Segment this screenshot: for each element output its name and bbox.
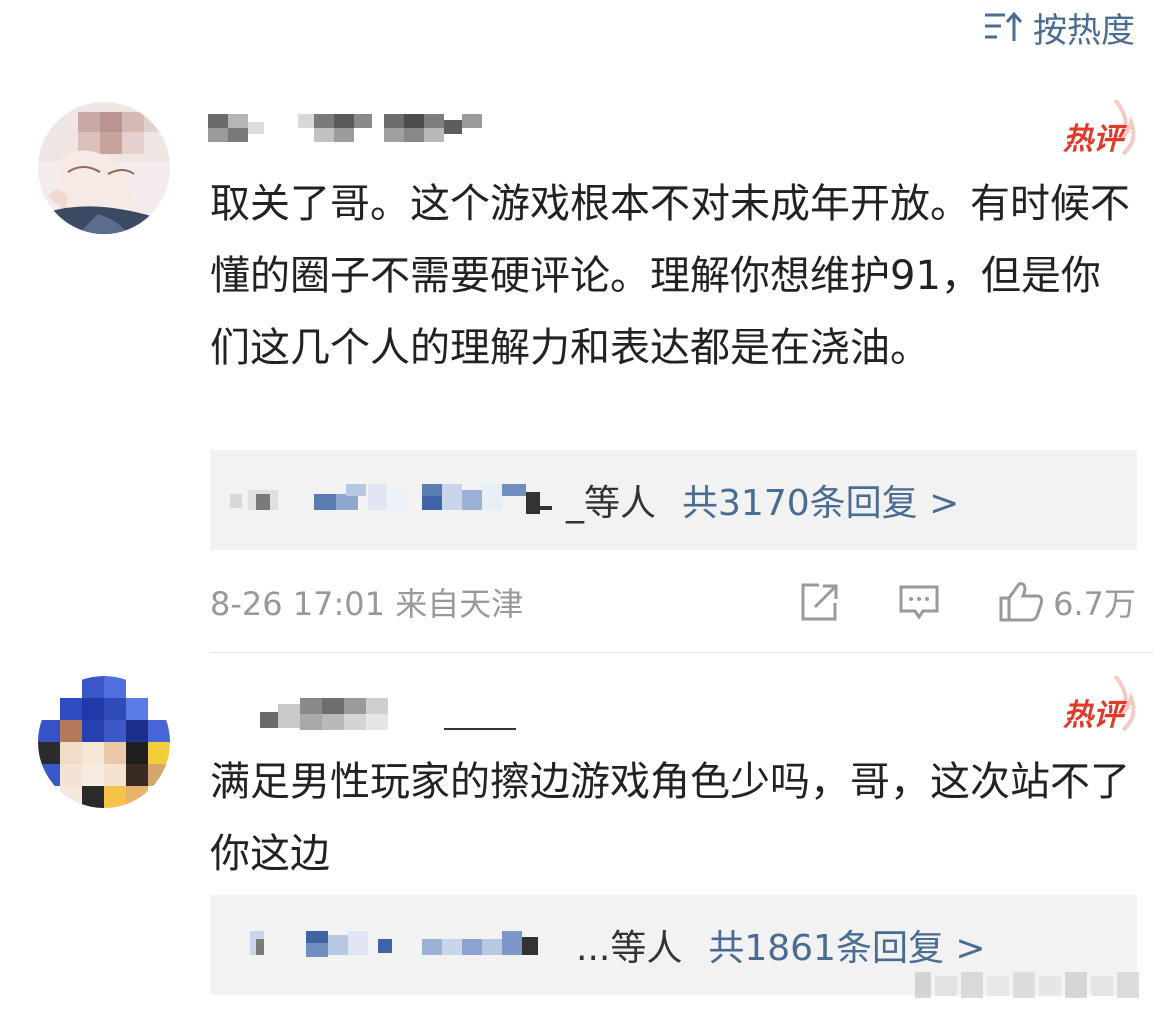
reply-usernames-blurred — [226, 925, 576, 965]
comment-text: 满足男性玩家的擦边游戏角色少吗，哥，这次站不了你这边 — [210, 759, 1130, 877]
comment-page: 按热度 热评 取关了哥。这个游戏根本不对未成年开放。有时候不懂的圈子不需要硬评论… — [0, 0, 1153, 1011]
avatar[interactable] — [38, 676, 170, 808]
comment-item: 热评 满足男性玩家的擦边游戏角色少吗，哥，这次站不了你这边 ...等人 共186… — [0, 0, 1153, 1011]
hot-badge-label: 热评 — [1063, 698, 1123, 733]
username-blurred[interactable] — [208, 694, 528, 736]
watermark-blurred — [915, 968, 1145, 1002]
hot-comment-badge: 热评 — [1057, 676, 1135, 733]
reply-count-link[interactable]: 共1861条回复 > — [708, 919, 985, 971]
reply-suffix: ...等人 — [576, 928, 683, 969]
